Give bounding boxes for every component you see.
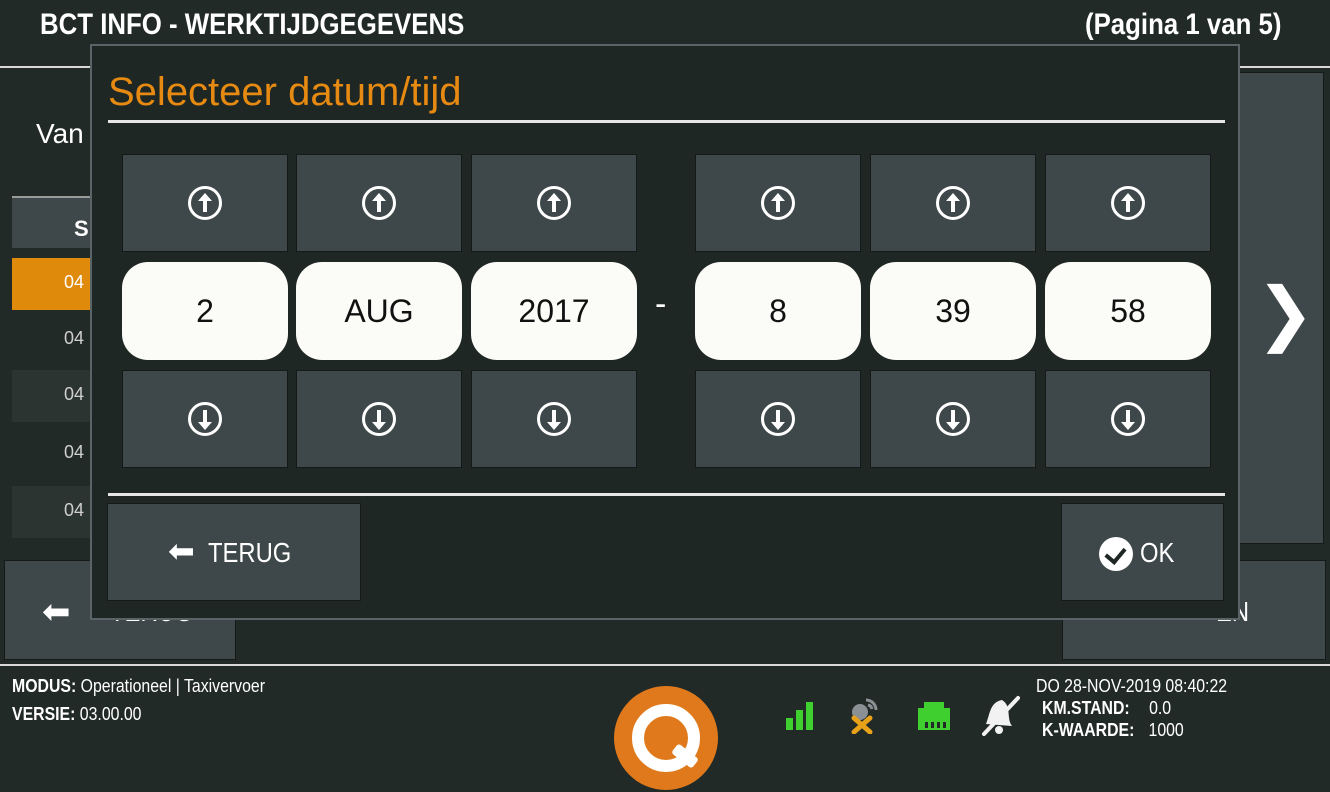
year-value: 2017: [471, 262, 637, 360]
km-stand-status: KM.STAND: 0.0: [1042, 698, 1171, 719]
checkmark-circle-icon: [1099, 537, 1133, 571]
arrow-up-circle-icon: [362, 186, 396, 220]
day-up-button[interactable]: [122, 154, 288, 252]
second-down-button[interactable]: [1045, 370, 1211, 468]
k-label: K-WAARDE:: [1042, 720, 1135, 740]
day-value: 2: [122, 262, 288, 360]
footer-divider: [0, 664, 1330, 666]
hour-up-button[interactable]: [695, 154, 861, 252]
arrow-down-circle-icon: [188, 402, 222, 436]
signal-strength-icon: [786, 700, 816, 730]
version-label: VERSIE:: [12, 704, 76, 724]
page-title: BCT INFO - WERKTIJDGEGEVENS: [40, 8, 465, 41]
k-value: 1000: [1148, 720, 1184, 740]
bell-muted-icon: [980, 694, 1020, 736]
day-down-button[interactable]: [122, 370, 288, 468]
arrow-down-circle-icon: [362, 402, 396, 436]
version-value: 03.00.00: [79, 704, 142, 724]
mode-status: MODUS: Operationeel | Taxivervoer: [12, 676, 265, 697]
hour-value: 8: [695, 262, 861, 360]
arrow-down-circle-icon: [936, 402, 970, 436]
year-down-button[interactable]: [471, 370, 637, 468]
hour-down-button[interactable]: [695, 370, 861, 468]
month-down-button[interactable]: [296, 370, 462, 468]
page-indicator: (Pagina 1 van 5): [1085, 8, 1282, 41]
minute-value: 39: [870, 262, 1036, 360]
km-value: 0.0: [1149, 698, 1172, 718]
arrow-up-circle-icon: [1111, 186, 1145, 220]
km-label: KM.STAND:: [1042, 698, 1130, 718]
arrow-up-circle-icon: [936, 186, 970, 220]
k-waarde-status: K-WAARDE: 1000: [1042, 720, 1184, 741]
dialog-ok-label: OK: [1140, 537, 1175, 568]
second-up-button[interactable]: [1045, 154, 1211, 252]
arrow-up-circle-icon: [761, 186, 795, 220]
gps-disconnected-icon: [846, 696, 882, 735]
month-up-button[interactable]: [296, 154, 462, 252]
year-up-button[interactable]: [471, 154, 637, 252]
mode-value: Operationeel | Taxivervoer: [80, 676, 265, 696]
second-value: 58: [1045, 262, 1211, 360]
chevron-right-icon: ❯: [1256, 274, 1315, 352]
dialog-title: Selecteer datum/tijd: [108, 70, 462, 114]
period-from-label: Van: [36, 118, 84, 149]
arrow-down-circle-icon: [761, 402, 795, 436]
arrow-up-circle-icon: [537, 186, 571, 220]
network-port-icon: [916, 700, 952, 732]
minute-down-button[interactable]: [870, 370, 1036, 468]
arrow-down-circle-icon: [1111, 402, 1145, 436]
month-value: AUG: [296, 262, 462, 360]
arrow-down-circle-icon: [537, 402, 571, 436]
version-status: VERSIE: 03.00.00: [12, 704, 141, 725]
minute-up-button[interactable]: [870, 154, 1036, 252]
dialog-back-label: TERUG: [208, 537, 292, 568]
dialog-footer-divider: [108, 493, 1225, 496]
arrow-up-circle-icon: [188, 186, 222, 220]
arrow-left-icon: ⬅: [168, 533, 195, 569]
arrow-left-icon: ⬅: [42, 593, 71, 631]
datetime-display: DO 28-NOV-2019 08:40:22: [1036, 676, 1228, 696]
mode-label: MODUS:: [12, 676, 77, 696]
date-time-separator: -: [655, 285, 667, 323]
dialog-title-divider: [108, 120, 1225, 123]
